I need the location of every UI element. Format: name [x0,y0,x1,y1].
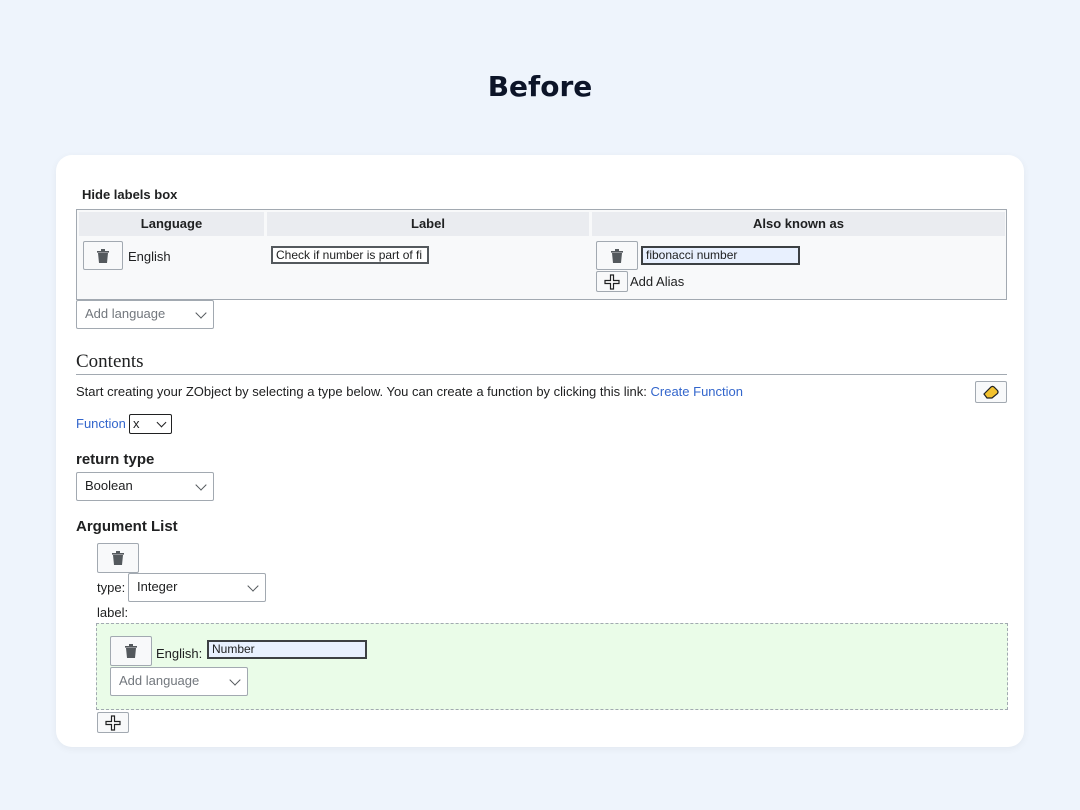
add-alias-button[interactable] [596,271,628,292]
add-argument-button[interactable] [97,712,129,733]
return-type-select[interactable]: Boolean [76,472,214,501]
hide-labels-toggle[interactable]: Hide labels box [82,187,177,202]
argument-add-language-select[interactable]: Add language [110,667,248,696]
chevron-down-icon [195,479,207,491]
add-language-select[interactable]: Add language [76,300,214,329]
argument-add-language-placeholder: Add language [119,673,200,688]
labels-table: Language Label Also known as English Che… [76,209,1007,300]
trash-icon [112,551,124,565]
argument-type-label: type: [97,580,126,595]
function-select-value: x [133,416,140,431]
function-link[interactable]: Function [76,416,126,431]
trash-icon [125,644,137,658]
chevron-down-icon [156,417,167,428]
page-heading: Before [487,70,593,103]
contents-title: Contents [76,351,144,372]
argument-list-label: Argument List [76,518,178,535]
create-function-link[interactable]: Create Function [651,384,744,399]
language-name: English [128,249,171,264]
return-type-label: return type [76,451,155,468]
label-input[interactable]: Check if number is part of fi [271,246,429,264]
clear-button[interactable] [975,381,1007,403]
column-header-aliases: Also known as [592,212,1005,236]
contents-intro: Start creating your ZObject by selecting… [76,384,743,399]
editor-card: Hide labels box Language Label Also know… [56,155,1024,747]
delete-alias-button[interactable] [596,241,638,270]
trash-icon [611,248,623,263]
plus-icon [105,714,121,731]
argument-type-select[interactable]: Integer [128,573,266,602]
delete-language-button[interactable] [83,241,123,270]
plus-icon [604,273,620,290]
alias-input[interactable]: fibonacci number [641,246,800,265]
column-header-label: Label [267,212,589,236]
delete-argument-label-button[interactable] [110,636,152,666]
contents-divider [76,374,1007,375]
return-type-value: Boolean [85,478,133,493]
chevron-down-icon [229,674,241,686]
argument-label-language: English: [156,646,203,661]
chevron-down-icon [195,307,207,319]
argument-label-label: label: [97,605,129,620]
argument-label-box: English: Number Add language [96,623,1008,710]
chevron-down-icon [247,580,259,592]
function-select[interactable]: x [129,414,172,434]
add-alias-label[interactable]: Add Alias [630,274,684,289]
intro-text: Start creating your ZObject by selecting… [76,384,647,399]
eraser-icon [983,385,999,399]
trash-icon [97,248,109,263]
add-language-placeholder: Add language [85,306,166,321]
delete-argument-button[interactable] [97,543,139,573]
argument-type-value: Integer [137,579,178,594]
column-header-language: Language [79,212,264,236]
argument-label-input[interactable]: Number [207,640,367,659]
